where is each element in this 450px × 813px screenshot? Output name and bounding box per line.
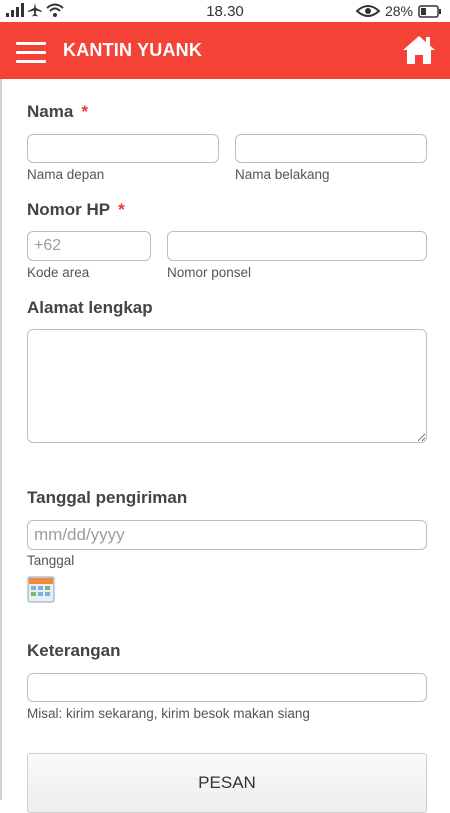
phone-number-sublabel: Nomor ponsel (167, 265, 252, 280)
app-bar: KANTIN YUANK (0, 22, 450, 79)
menu-button[interactable] (16, 42, 46, 64)
notes-input[interactable] (27, 673, 427, 702)
address-textarea[interactable] (27, 329, 427, 443)
hamburger-icon-line (16, 60, 46, 63)
status-bar: 18.30 28% (0, 0, 450, 22)
hamburger-icon-line (16, 51, 46, 54)
notes-label: Keterangan (27, 641, 121, 660)
required-mark: * (81, 102, 88, 121)
battery-percent: 28% (384, 3, 413, 19)
phone-label: Nomor HP * (27, 200, 125, 220)
name-label: Nama * (27, 102, 88, 122)
delivery-date-sublabel: Tanggal (27, 553, 75, 568)
delivery-date-label: Tanggal pengiriman (27, 488, 188, 507)
eye-icon (355, 5, 380, 17)
last-name-input[interactable] (235, 134, 427, 163)
home-icon[interactable] (402, 34, 436, 66)
area-code-sublabel: Kode area (27, 265, 90, 280)
delivery-date-input[interactable] (27, 520, 427, 550)
first-name-input[interactable] (27, 134, 219, 163)
required-mark: * (118, 200, 125, 219)
first-name-sublabel: Nama depan (27, 167, 105, 182)
order-submit-button[interactable]: PESAN (27, 753, 427, 813)
battery-icon (418, 4, 441, 18)
address-label: Alamat lengkap (27, 298, 153, 317)
order-form: Nama * Nama depan Nama belakang Nomor HP *… (0, 79, 450, 813)
phone-label-text: Nomor HP (27, 200, 111, 219)
name-label-text: Nama (27, 102, 74, 121)
phone-number-input[interactable] (167, 231, 427, 261)
calendar-icon[interactable] (27, 576, 55, 603)
last-name-sublabel: Nama belakang (235, 167, 330, 182)
notes-sublabel: Misal: kirim sekarang, kirim besok makan… (27, 706, 310, 721)
area-code-input[interactable] (27, 231, 151, 261)
hamburger-icon (16, 42, 46, 45)
app-title: KANTIN YUANK (63, 40, 203, 60)
status-right-icons: 28% (355, 3, 442, 19)
